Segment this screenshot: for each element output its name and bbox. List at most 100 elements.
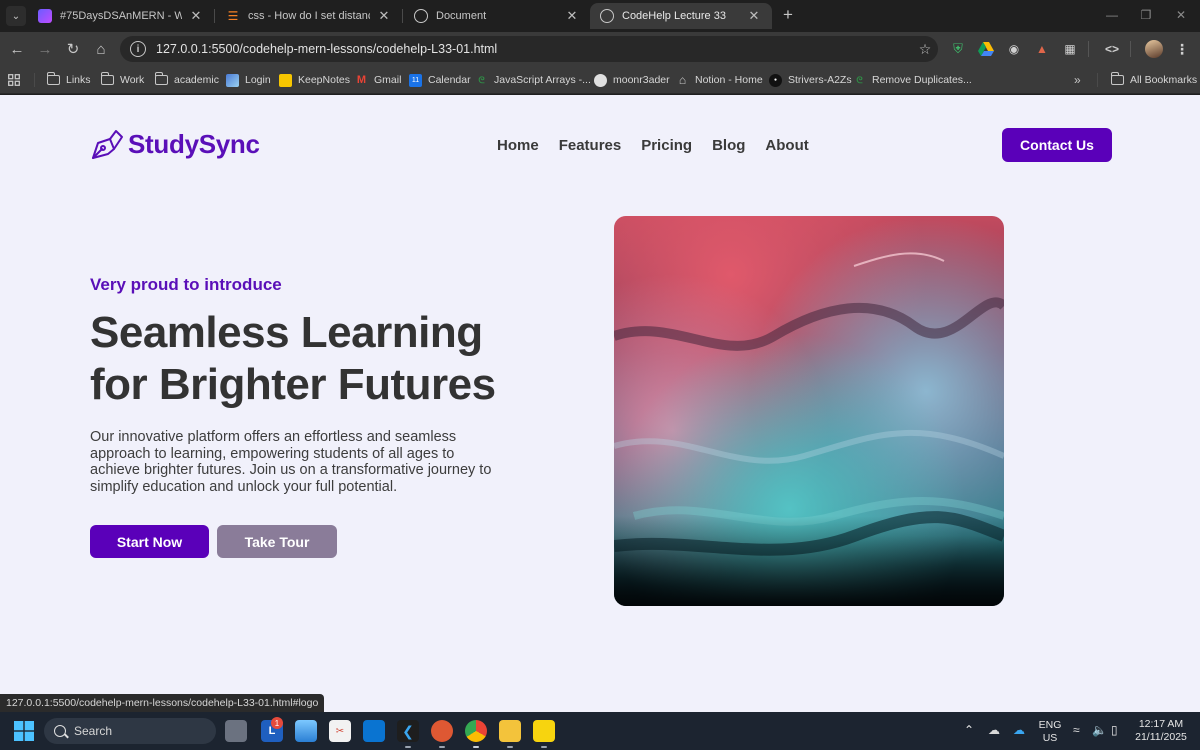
forward-arrow-icon[interactable]: → bbox=[34, 38, 56, 60]
running-indicator bbox=[541, 746, 547, 748]
keep-icon bbox=[279, 73, 292, 87]
apps-grid-icon[interactable] bbox=[8, 70, 20, 90]
onedrive-cloud-icon[interactable]: ☁ bbox=[1013, 723, 1025, 737]
start-now-button[interactable]: Start Now bbox=[90, 525, 209, 558]
bookmark-folder-academic[interactable]: academic bbox=[155, 70, 219, 90]
file-explorer-icon[interactable] bbox=[499, 720, 521, 742]
taskbar-search-box[interactable]: Search bbox=[44, 718, 216, 744]
photos-app-icon[interactable] bbox=[295, 720, 317, 742]
shield-extension-icon[interactable]: ⛨ bbox=[949, 40, 967, 58]
take-tour-button[interactable]: Take Tour bbox=[217, 525, 337, 558]
hero-description: Our innovative platform offers an effort… bbox=[90, 429, 492, 495]
task-view-icon[interactable] bbox=[225, 720, 247, 742]
bookmark-label: Remove Duplicates... bbox=[872, 74, 972, 86]
new-tab-plus-icon[interactable]: + bbox=[778, 5, 798, 25]
volume-icon[interactable]: 🔈 bbox=[1092, 723, 1107, 737]
close-icon[interactable]: ✕ bbox=[564, 8, 580, 24]
tab-document[interactable]: Document ✕ bbox=[404, 3, 590, 29]
running-indicator bbox=[439, 746, 445, 748]
contact-us-button[interactable]: Contact Us bbox=[1002, 128, 1112, 162]
bookmark-notion[interactable]: ⌂ Notion - Home bbox=[676, 70, 763, 90]
devtools-code-icon[interactable]: <> bbox=[1103, 40, 1121, 58]
toolbar-divider bbox=[1130, 41, 1131, 57]
site-info-icon[interactable]: i bbox=[130, 41, 146, 57]
bookmark-login[interactable]: Login bbox=[226, 70, 271, 90]
tab-codehelp-lecture[interactable]: CodeHelp Lecture 33 ✕ bbox=[590, 3, 772, 29]
tab-stackoverflow[interactable]: ☰ css - How do I set distance betw ✕ bbox=[216, 3, 402, 29]
brand-name: StudySync bbox=[128, 128, 260, 159]
clock[interactable]: 12:17 AM 21/11/2025 bbox=[1132, 718, 1190, 744]
clock-time: 12:17 AM bbox=[1138, 718, 1184, 730]
home-icon[interactable]: ⌂ bbox=[90, 38, 112, 60]
nav-features[interactable]: Features bbox=[559, 137, 622, 154]
link-status-bubble: 127.0.0.1:5500/codehelp-mern-lessons/cod… bbox=[0, 694, 325, 712]
sticky-notes-icon[interactable] bbox=[533, 720, 555, 742]
close-icon[interactable]: ✕ bbox=[188, 8, 204, 24]
windows-start-icon[interactable] bbox=[14, 721, 34, 741]
chrome-icon[interactable] bbox=[465, 720, 487, 742]
tab-separator bbox=[402, 9, 403, 23]
bookmark-calendar[interactable]: 11 Calendar bbox=[409, 70, 471, 90]
url-text[interactable]: 127.0.0.1:5500/codehelp-mern-lessons/cod… bbox=[156, 42, 912, 56]
tab-whiteboard[interactable]: #75DaysDSAnMERN - Whitebo ✕ bbox=[28, 3, 214, 29]
bookmark-github[interactable]: moonr3ader bbox=[594, 70, 670, 90]
bookmark-star-icon[interactable]: ☆ bbox=[912, 41, 938, 58]
bookmark-label: Links bbox=[66, 74, 91, 86]
language-indicator[interactable]: ENG US bbox=[1036, 719, 1064, 745]
browser-toolbar: ← → ↻ ⌂ i 127.0.0.1:5500/codehelp-mern-l… bbox=[0, 32, 1200, 66]
logo[interactable]: StudySync bbox=[90, 127, 260, 161]
reload-icon[interactable]: ↻ bbox=[62, 38, 84, 60]
graduation-cap-extension-icon[interactable]: ▲ bbox=[1033, 40, 1051, 58]
bookmark-strivers[interactable]: ● Strivers-A2Zs bbox=[769, 70, 852, 90]
nav-pricing[interactable]: Pricing bbox=[641, 137, 692, 154]
snipping-tool-icon[interactable]: ✂ bbox=[329, 720, 351, 742]
bookmark-javascript-arrays[interactable]: ᘓ JavaScript Arrays -... bbox=[475, 70, 591, 90]
onedrive-personal-icon[interactable]: ☁ bbox=[988, 723, 1000, 737]
window-close-icon[interactable]: ✕ bbox=[1166, 5, 1196, 25]
bookmark-gmail[interactable]: M Gmail bbox=[355, 70, 402, 90]
hero-eyebrow: Very proud to introduce bbox=[90, 275, 282, 294]
camera-extension-icon[interactable]: ◉ bbox=[1005, 40, 1023, 58]
google-drive-icon[interactable] bbox=[977, 40, 995, 58]
folder-icon bbox=[47, 72, 60, 85]
tab-title: css - How do I set distance betw bbox=[248, 10, 370, 22]
wifi-icon[interactable]: ≈ bbox=[1073, 723, 1080, 737]
menu-kebab-icon[interactable]: ⋮ bbox=[1173, 40, 1191, 58]
bookmark-keepnotes[interactable]: KeepNotes bbox=[279, 70, 350, 90]
folder-icon bbox=[101, 72, 114, 85]
close-icon[interactable]: ✕ bbox=[376, 8, 392, 24]
bookmark-folder-links[interactable]: Links bbox=[47, 70, 91, 90]
bookmark-remove-duplicates[interactable]: ᘓ Remove Duplicates... bbox=[853, 70, 972, 90]
tab-search-chevron-icon[interactable]: ⌄ bbox=[6, 6, 26, 26]
duckduckgo-icon[interactable] bbox=[431, 720, 453, 742]
home-icon: ⌂ bbox=[678, 73, 687, 87]
restore-icon[interactable]: ❐ bbox=[1131, 5, 1161, 25]
vscode-icon[interactable]: ❮ bbox=[397, 720, 419, 742]
folder-icon bbox=[155, 72, 168, 85]
toolbar-divider bbox=[1088, 41, 1089, 57]
nav-blog[interactable]: Blog bbox=[712, 137, 745, 154]
globe-icon bbox=[414, 9, 428, 23]
close-icon[interactable]: ✕ bbox=[746, 8, 762, 24]
calendar-icon: 11 bbox=[409, 73, 422, 87]
back-arrow-icon[interactable]: ← bbox=[6, 38, 28, 60]
tab-title: #75DaysDSAnMERN - Whitebo bbox=[60, 10, 182, 22]
tray-overflow-chevron-icon[interactable]: ⌃ bbox=[964, 723, 974, 737]
extensions-puzzle-icon[interactable]: ▦ bbox=[1061, 40, 1079, 58]
bookmark-folder-work[interactable]: Work bbox=[101, 70, 144, 90]
all-bookmarks-folder[interactable]: All Bookmarks bbox=[1111, 70, 1197, 90]
battery-icon[interactable]: ▯ bbox=[1111, 723, 1118, 737]
address-bar[interactable]: i 127.0.0.1:5500/codehelp-mern-lessons/c… bbox=[120, 36, 938, 62]
bookmarks-overflow-chevron-icon[interactable]: » bbox=[1074, 70, 1081, 90]
bookmark-label: Strivers-A2Zs bbox=[788, 74, 852, 86]
clock-date: 21/11/2025 bbox=[1135, 731, 1187, 743]
bookmarks-bar: Links Work academic Login KeepNotes M Gma… bbox=[0, 66, 1200, 94]
profile-avatar[interactable] bbox=[1145, 40, 1163, 58]
nav-about[interactable]: About bbox=[765, 137, 808, 154]
taskbar-search-label: Search bbox=[74, 724, 113, 738]
nav-home[interactable]: Home bbox=[497, 137, 539, 154]
whiteboard-favicon-icon bbox=[38, 9, 52, 23]
minimize-icon[interactable]: — bbox=[1097, 5, 1127, 25]
store-app-icon[interactable] bbox=[363, 720, 385, 742]
folder-icon bbox=[1111, 72, 1124, 85]
